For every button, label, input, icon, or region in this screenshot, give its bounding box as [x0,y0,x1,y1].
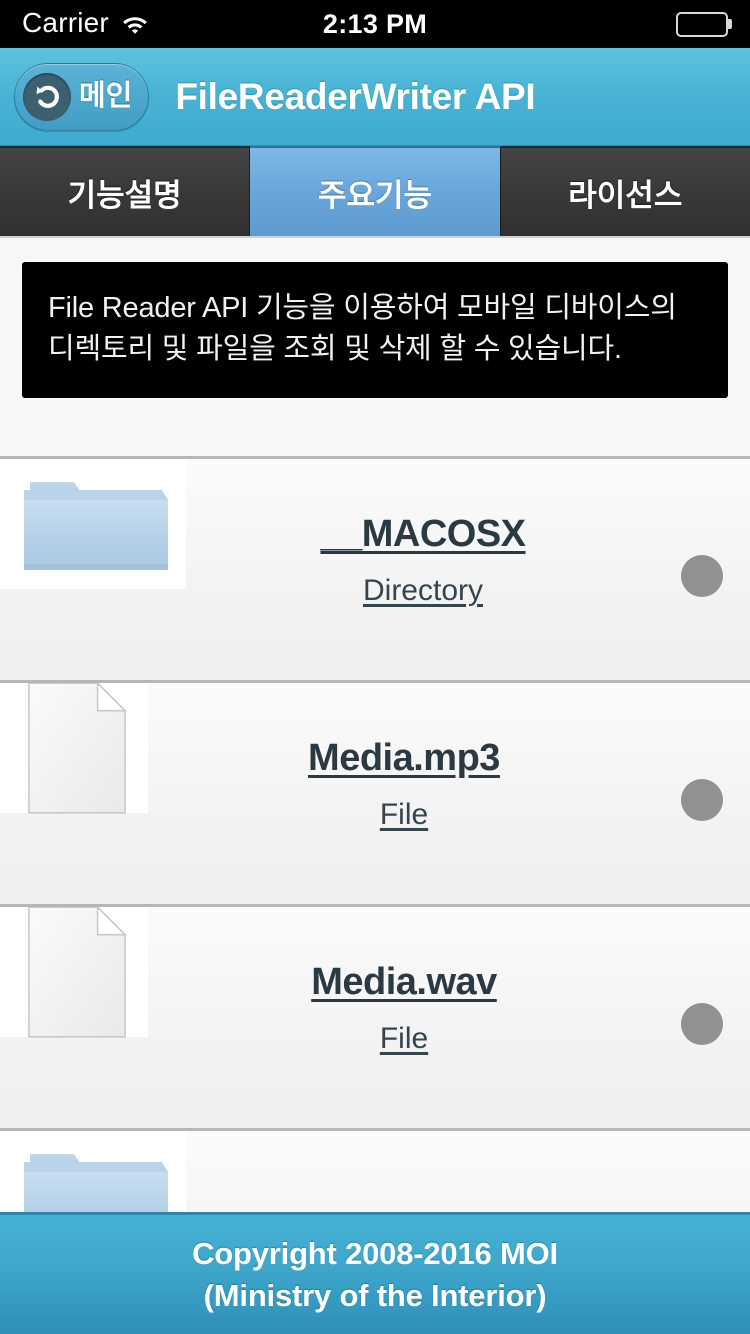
row-text [186,1131,750,1221]
description-spacer [0,398,750,456]
file-type: File [148,798,660,832]
file-icon [23,683,131,817]
status-bar-time: 2:13 PM [0,9,750,40]
battery-full-icon [676,12,728,37]
file-name[interactable]: Media.mp3 [308,737,500,780]
file-type: Directory [186,574,660,608]
footer-copyright-line1: Copyright 2008-2016 MOI [192,1235,558,1272]
description-box: File Reader API 기능을 이용하여 모바일 디바이스의 디렉토리 … [22,262,728,398]
file-list: __MACOSX Directory [0,456,750,1334]
table-row[interactable]: __MACOSX Directory [0,459,750,683]
tab-feature-description[interactable]: 기능설명 [0,146,250,236]
folder-icon-cell [0,459,186,589]
file-type: File [148,1022,660,1056]
row-text: Media.wav File [148,907,750,1056]
nav-bar: 메인 FileReaderWriter API [0,48,750,146]
file-icon [23,907,131,1041]
tab-bar: 기능설명 주요기능 라이선스 [0,146,750,238]
footer-copyright-line2: (Ministry of the Interior) [204,1277,547,1314]
footer: Copyright 2008-2016 MOI (Ministry of the… [0,1212,750,1334]
app-root: Carrier 2:13 PM [0,0,750,1334]
table-row[interactable]: Media.mp3 File [0,683,750,907]
back-arrow-icon [23,73,71,121]
file-icon-cell [0,683,148,813]
file-name[interactable]: Media.wav [311,961,497,1004]
folder-icon [16,464,176,584]
row-text: __MACOSX Directory [186,459,750,608]
table-row[interactable]: Media.wav File [0,907,750,1131]
back-button-label: 메인 [79,82,132,111]
status-bar-right [676,12,728,37]
back-button[interactable]: 메인 [14,63,149,131]
file-name[interactable]: __MACOSX [320,513,525,556]
row-text: Media.mp3 File [148,683,750,832]
file-icon-cell [0,907,148,1037]
page-title: FileReaderWriter API [175,76,535,118]
tab-main-features[interactable]: 주요기능 [250,146,500,236]
tab-license[interactable]: 라이선스 [501,146,750,236]
description-section: File Reader API 기능을 이용하여 모바일 디바이스의 디렉토리 … [0,238,750,398]
status-bar: Carrier 2:13 PM [0,0,750,48]
battery-nub [728,19,732,29]
